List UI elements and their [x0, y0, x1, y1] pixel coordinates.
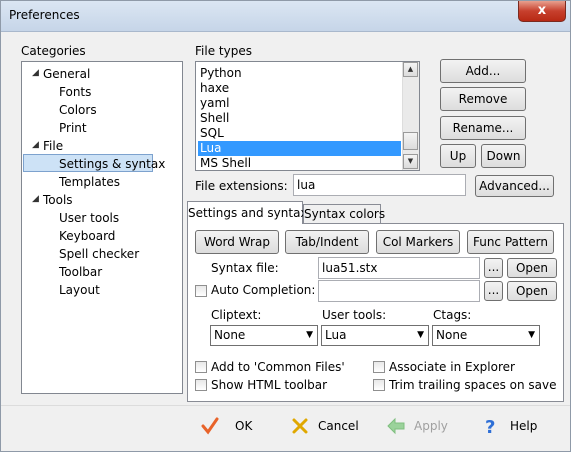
user-tools-value: Lua [325, 328, 347, 342]
window-title: Preferences [9, 8, 80, 22]
syntax-file-open-button[interactable]: Open [507, 258, 557, 278]
tree-item-print[interactable]: Print [59, 119, 87, 137]
chevron-down-icon: ▼ [528, 330, 535, 340]
ctags-value: None [436, 328, 468, 342]
title-bar[interactable]: Preferences x [1, 1, 570, 32]
categories-tree[interactable]: ◢ General Fonts Colors Print ◢ File Sett… [21, 61, 183, 394]
file-types-scrollbar[interactable]: ▲ ▼ [402, 62, 419, 170]
rename-button[interactable]: Rename... [440, 116, 526, 140]
preferences-window: Preferences x Categories ◢ General Fonts… [0, 0, 571, 452]
file-types-label: File types [195, 44, 252, 58]
auto-completion-input[interactable] [318, 280, 480, 302]
expand-arrow-icon[interactable]: ◢ [32, 140, 39, 150]
tab-settings-and-syntax[interactable]: Settings and syntax [187, 201, 308, 224]
cliptext-select[interactable]: None ▼ [210, 325, 318, 346]
up-button[interactable]: Up [440, 144, 476, 168]
file-extensions-label: File extensions: [195, 179, 288, 193]
word-wrap-button[interactable]: Word Wrap [195, 230, 279, 254]
list-item[interactable]: yaml [198, 96, 401, 111]
cancel-button[interactable]: Cancel [291, 413, 361, 439]
tree-item-toolbar[interactable]: Toolbar [59, 263, 102, 281]
tree-item-settings-syntax[interactable]: Settings & syntax [23, 154, 165, 172]
auto-completion-checkbox[interactable] [195, 285, 207, 297]
tab-indent-button[interactable]: Tab/Indent [285, 230, 369, 254]
list-item[interactable]: Python [198, 66, 401, 81]
expand-arrow-icon[interactable]: ◢ [32, 68, 39, 78]
associate-explorer-checkbox[interactable] [373, 361, 385, 373]
syntax-file-label: Syntax file: [211, 261, 279, 275]
func-pattern-button[interactable]: Func Pattern [467, 230, 554, 254]
apply-label: Apply [414, 419, 448, 433]
cliptext-label: Cliptext: [211, 308, 262, 322]
list-item[interactable]: SQL [198, 126, 401, 141]
expand-arrow-icon[interactable]: ◢ [32, 194, 39, 204]
apply-arrow-icon [387, 417, 405, 435]
categories-label: Categories [21, 44, 86, 58]
cancel-label: Cancel [318, 419, 359, 433]
add-common-files-checkbox[interactable] [195, 361, 207, 373]
show-html-toolbar-label: Show HTML toolbar [211, 378, 328, 392]
auto-completion-open-button[interactable]: Open [507, 281, 557, 301]
advanced-button[interactable]: Advanced... [475, 175, 554, 197]
ok-button[interactable]: OK [201, 413, 261, 439]
tree-item-templates[interactable]: Templates [59, 173, 120, 191]
ctags-select[interactable]: None ▼ [432, 325, 540, 346]
svg-text:?: ? [485, 417, 495, 435]
associate-explorer-label: Associate in Explorer [389, 360, 515, 374]
apply-button[interactable]: Apply [386, 413, 456, 439]
tree-item-tools[interactable]: Tools [43, 191, 73, 209]
down-button[interactable]: Down [481, 144, 526, 168]
list-item[interactable]: Shell [198, 111, 401, 126]
file-types-list[interactable]: Python haxe yaml Shell SQL Lua MS Shell … [195, 61, 420, 171]
close-button[interactable]: x [518, 1, 566, 22]
list-item[interactable]: haxe [198, 81, 401, 96]
question-mark-icon: ? [485, 417, 495, 435]
tree-item-fonts[interactable]: Fonts [59, 83, 91, 101]
user-tools-label: User tools: [322, 308, 387, 322]
add-button[interactable]: Add... [440, 59, 526, 83]
cancel-x-icon [292, 418, 308, 434]
list-item[interactable]: MS Shell [198, 156, 401, 170]
col-markers-button[interactable]: Col Markers [376, 230, 460, 254]
tree-item-spell-checker[interactable]: Spell checker [59, 245, 139, 263]
tree-item-colors[interactable]: Colors [59, 101, 97, 119]
syntax-file-browse-button[interactable]: ... [484, 258, 503, 278]
user-tools-select[interactable]: Lua ▼ [321, 325, 429, 346]
trim-trailing-label: Trim trailing spaces on save [389, 378, 557, 392]
show-html-toolbar-checkbox[interactable] [195, 379, 207, 391]
tree-item-general[interactable]: General [43, 65, 90, 83]
scroll-up-icon[interactable]: ▲ [403, 62, 418, 77]
chevron-down-icon: ▼ [417, 330, 424, 340]
scroll-down-icon[interactable]: ▼ [403, 154, 418, 169]
checkmark-icon [201, 417, 219, 435]
list-item-selected[interactable]: Lua [198, 141, 401, 156]
remove-button[interactable]: Remove [440, 87, 526, 111]
auto-completion-browse-button[interactable]: ... [484, 281, 503, 301]
tab-syntax-colors[interactable]: Syntax colors [303, 204, 385, 224]
scroll-thumb[interactable] [403, 132, 418, 150]
tree-item-user-tools[interactable]: User tools [59, 209, 119, 227]
auto-completion-label: Auto Completion: [211, 283, 316, 297]
file-extensions-input[interactable]: lua [293, 174, 466, 196]
tree-item-layout[interactable]: Layout [59, 281, 100, 299]
ctags-label: Ctags: [433, 308, 472, 322]
help-label: Help [510, 419, 538, 433]
ok-label: OK [235, 419, 253, 433]
help-button[interactable]: ? Help [483, 413, 543, 439]
chevron-down-icon: ▼ [306, 330, 313, 340]
cliptext-value: None [214, 328, 246, 342]
tree-item-keyboard[interactable]: Keyboard [59, 227, 115, 245]
tree-item-file[interactable]: File [43, 137, 63, 155]
trim-trailing-checkbox[interactable] [373, 379, 385, 391]
add-common-files-label: Add to 'Common Files' [211, 360, 345, 374]
syntax-file-input[interactable]: lua51.stx [318, 257, 480, 279]
